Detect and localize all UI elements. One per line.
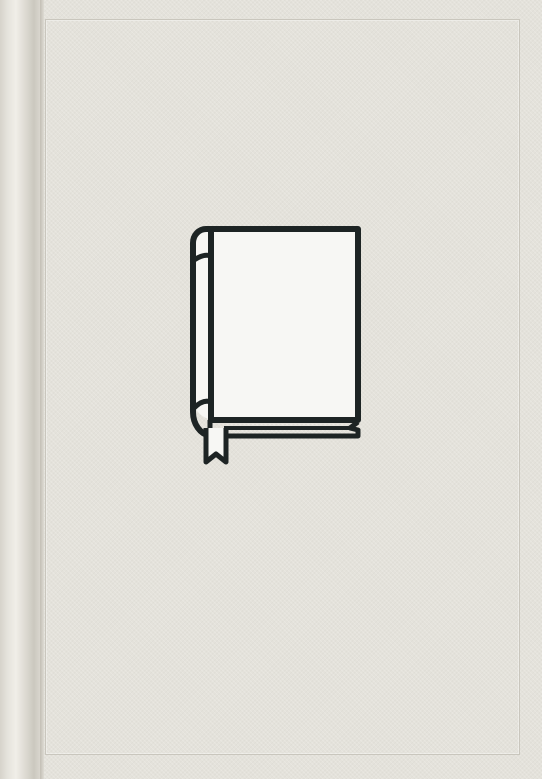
book-cover [0, 0, 542, 779]
book-spine [0, 0, 40, 779]
spine-hinge [40, 0, 44, 779]
book-icon [186, 222, 366, 472]
